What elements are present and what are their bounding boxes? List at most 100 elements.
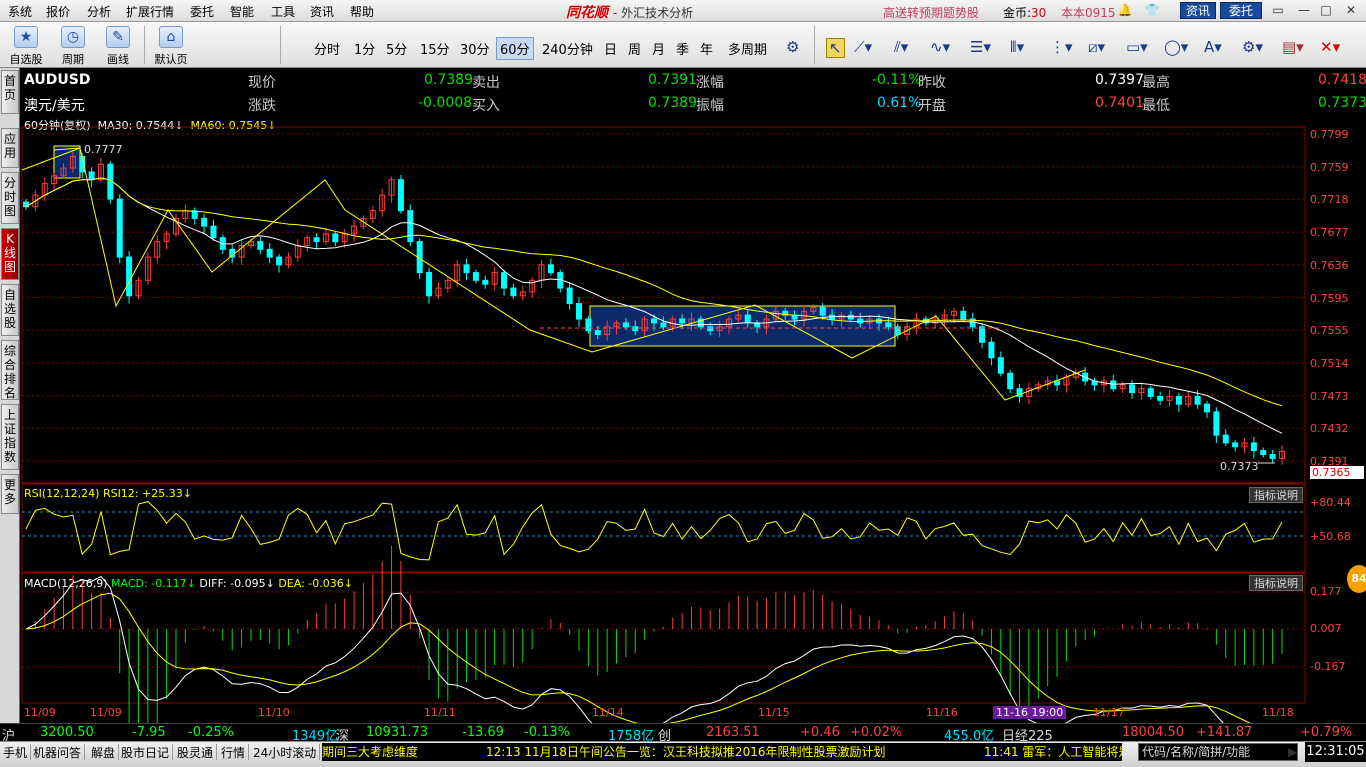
tab-more[interactable]: 更多 xyxy=(1,474,19,514)
period-timeshare[interactable]: 分时 xyxy=(314,39,340,58)
cy-value[interactable]: 2163.51 xyxy=(706,725,760,740)
candle-body xyxy=(69,155,76,169)
period-button[interactable]: ◷ 周期 xyxy=(53,24,93,66)
channel-icon[interactable]: ⧄▾ xyxy=(1088,38,1105,56)
menu-news[interactable]: 资讯 xyxy=(310,3,334,20)
scroll-icon[interactable]: ▶ xyxy=(1288,745,1297,759)
candle-body xyxy=(744,314,751,324)
period-month[interactable]: 月 xyxy=(652,39,665,58)
menu-order[interactable]: 委托 xyxy=(190,3,214,20)
macd-explain-button[interactable]: 指标说明 xyxy=(1249,575,1303,591)
sz-value[interactable]: 10931.73 xyxy=(366,725,428,740)
settings-icon[interactable]: ⚙ xyxy=(786,38,799,56)
candle-body xyxy=(791,314,798,320)
parallel-line-icon[interactable]: ⫽▾ xyxy=(894,38,908,56)
period-quarter[interactable]: 季 xyxy=(676,39,689,58)
watchlist-button[interactable]: ★ 自选股 xyxy=(6,24,46,66)
menu-analysis[interactable]: 分析 xyxy=(87,3,111,20)
ellipse-icon[interactable]: ◯▾ xyxy=(1164,38,1188,56)
delete-drawing-icon[interactable]: ✕▾ xyxy=(1320,38,1340,56)
line-tool-icon[interactable]: ⟋▾ xyxy=(854,38,872,56)
candle-body xyxy=(1147,388,1154,397)
status-guling[interactable]: 股灵通 xyxy=(174,744,218,760)
x-label: 11/09 xyxy=(24,706,56,719)
clock-icon: ◷ xyxy=(61,26,85,48)
tab-sh-index[interactable]: 上证指数 xyxy=(1,404,19,470)
candle-body xyxy=(800,310,807,320)
menu-smart[interactable]: 智能 xyxy=(230,3,254,20)
n225-value[interactable]: 18004.50 xyxy=(1122,725,1184,740)
macd-indicator-label[interactable]: MACD(12,26,9) MACD: -0.117↓ DIFF: -0.095… xyxy=(24,577,353,590)
gold-coins[interactable]: 金币:30 xyxy=(1003,4,1046,21)
rsi-explain-button[interactable]: 指标说明 xyxy=(1249,487,1303,503)
sh-value[interactable]: 3200.50 xyxy=(40,725,94,740)
gann-icon[interactable]: ⦀▾ xyxy=(1010,38,1024,56)
kline-chart[interactable] xyxy=(0,0,1366,767)
main-indicator-label[interactable]: 60分钟(复权) MA30: 0.7544↓ MA60: 0.7545↓ xyxy=(24,117,276,133)
text-tool-icon[interactable]: A▾ xyxy=(1204,38,1222,56)
news-button[interactable]: 资讯 xyxy=(1180,2,1216,19)
promo-link[interactable]: 高送转预期题势股 xyxy=(883,4,979,21)
period-5min[interactable]: 5分 xyxy=(386,39,407,58)
floating-badge[interactable]: 84 xyxy=(1347,565,1366,593)
candle-body xyxy=(857,318,864,324)
period-15min[interactable]: 15分 xyxy=(420,39,450,58)
bell-icon[interactable]: 🔔 xyxy=(1117,2,1133,18)
maximize-icon[interactable]: □ xyxy=(1318,2,1334,18)
x-label: 11/11 xyxy=(424,706,456,719)
period-multi[interactable]: 多周期 xyxy=(728,39,767,58)
status-analysis[interactable]: 解盘 xyxy=(88,744,120,760)
candle-body xyxy=(219,237,226,250)
version-label[interactable]: 本本0915 xyxy=(1061,4,1116,21)
status-mobile[interactable]: 手机 xyxy=(0,744,32,760)
order-button[interactable]: 委托 xyxy=(1220,2,1262,19)
draw-button[interactable]: ✎ 画线 xyxy=(98,24,138,66)
candle-body xyxy=(266,248,273,258)
menu-tools[interactable]: 工具 xyxy=(271,3,295,20)
cycle-icon[interactable]: ⋮▾ xyxy=(1050,38,1073,56)
wave-tool-icon[interactable]: ∿▾ xyxy=(930,38,950,56)
tab-home[interactable]: 首页 xyxy=(1,70,19,114)
rectangle-icon[interactable]: ▭▾ xyxy=(1126,38,1148,56)
menu-quote[interactable]: 报价 xyxy=(46,3,70,20)
restore-icon[interactable]: ▭ xyxy=(1270,2,1286,18)
candle-body xyxy=(351,225,358,235)
period-30min[interactable]: 30分 xyxy=(460,39,490,58)
candle-body xyxy=(904,326,911,336)
cursor-tool-icon[interactable]: ↖ xyxy=(826,38,845,58)
status-diary[interactable]: 股市日记 xyxy=(118,744,174,760)
period-240min[interactable]: 240分钟 xyxy=(542,39,593,58)
default-page-button[interactable]: ⌂ 默认页 xyxy=(151,24,191,66)
news-ticker[interactable]: 期间三大考虑维度 12:13 11月18日午间公告一览：汉王科技拟推2016年限… xyxy=(322,743,1122,761)
tab-apps[interactable]: 应用 xyxy=(1,128,19,168)
status-24h[interactable]: 24小时滚动 xyxy=(250,744,321,760)
status-qa[interactable]: 机器问答 xyxy=(30,744,86,760)
menu-ext-quote[interactable]: 扩展行情 xyxy=(126,3,174,20)
period-week[interactable]: 周 xyxy=(628,39,641,58)
tab-ranking[interactable]: 综合排名 xyxy=(1,340,19,400)
open-value: 0.7401 xyxy=(1095,95,1144,111)
shirt-icon[interactable]: 👕 xyxy=(1144,2,1160,18)
period-60min[interactable]: 60分 xyxy=(496,37,534,60)
close-icon[interactable]: ✕ xyxy=(1343,2,1359,18)
tab-watchlist[interactable]: 自选股 xyxy=(1,284,19,336)
period-1min[interactable]: 1分 xyxy=(354,39,375,58)
period-day[interactable]: 日 xyxy=(604,39,617,58)
tab-kline[interactable]: K线图 xyxy=(1,228,19,280)
minimize-icon[interactable]: — xyxy=(1296,2,1312,18)
save-drawing-icon[interactable]: ▤▾ xyxy=(1282,38,1304,56)
tab-timeshare[interactable]: 分时图 xyxy=(1,172,19,224)
price-axis-label: 0.7432 xyxy=(1310,422,1349,436)
macd-axis-low: -0.167 xyxy=(1310,660,1346,673)
candle-body xyxy=(51,175,58,185)
draw-settings-icon[interactable]: ⚙▾ xyxy=(1242,38,1263,56)
rsi-axis-mid: +50.68 xyxy=(1310,530,1351,543)
period-year[interactable]: 年 xyxy=(700,39,713,58)
macd-panel xyxy=(21,572,1306,704)
menu-help[interactable]: 帮助 xyxy=(350,3,374,20)
search-input[interactable]: 代码/名称/简拼/功能 xyxy=(1138,743,1298,761)
rsi-indicator-label[interactable]: RSI(12,12,24) RSI12: +25.33↓ xyxy=(24,487,192,500)
status-quote[interactable]: 行情 xyxy=(218,744,250,760)
menu-system[interactable]: 系统 xyxy=(8,3,32,20)
fibonacci-icon[interactable]: ☰▾ xyxy=(970,38,991,56)
